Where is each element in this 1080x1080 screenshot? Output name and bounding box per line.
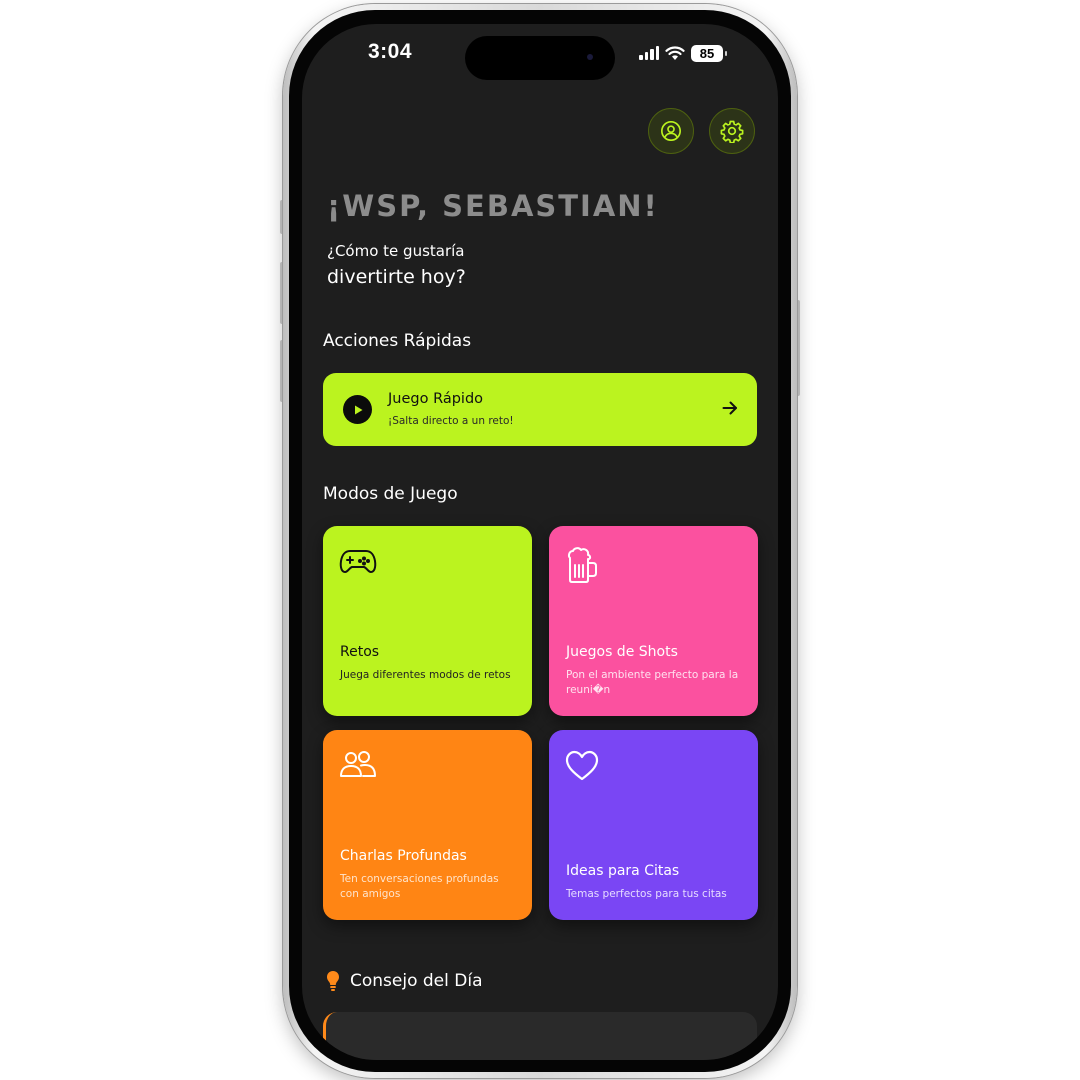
settings-button[interactable]	[709, 108, 755, 154]
tip-header: Consejo del Día	[326, 970, 483, 992]
wifi-icon	[665, 45, 685, 60]
mode-card-shots[interactable]: Juegos de Shots Pon el ambiente perfecto…	[549, 526, 758, 716]
quick-game-card[interactable]: Juego Rápido ¡Salta directo a un reto!	[323, 373, 757, 446]
mode-card-retos[interactable]: Retos Juega diferentes modos de retos	[323, 526, 532, 716]
mode-card-citas[interactable]: Ideas para Citas Temas perfectos para tu…	[549, 730, 758, 920]
mode-desc-citas: Temas perfectos para tus citas	[566, 888, 727, 900]
mode-title-citas: Ideas para Citas	[566, 863, 680, 879]
greeting-title: ¡WSP, SEBASTIAN!	[327, 189, 659, 223]
beer-mug-icon	[568, 547, 597, 583]
play-icon	[343, 395, 372, 424]
profile-button[interactable]	[648, 108, 694, 154]
profile-icon	[661, 121, 681, 141]
mode-desc-charlas: Ten conversaciones profundas con amigos	[340, 873, 499, 900]
status-icons: 85	[639, 44, 727, 62]
greeting-subtitle-line2: divertirte hoy?	[327, 266, 466, 288]
mode-title-charlas: Charlas Profundas	[340, 848, 467, 864]
app-screen: 3:04 85 ¡WSP, SEBASTIAN! ¿Cómo te gustar…	[302, 24, 778, 1060]
dynamic-island	[465, 36, 615, 80]
arrow-right-icon	[722, 401, 737, 415]
mode-title-shots: Juegos de Shots	[566, 644, 678, 660]
greeting-subtitle-line1: ¿Cómo te gustaría	[327, 242, 465, 260]
tip-card[interactable]	[323, 1012, 757, 1060]
quick-game-subtitle: ¡Salta directo a un reto!	[388, 415, 514, 427]
quick-game-title: Juego Rápido	[388, 391, 484, 407]
heart-icon	[565, 750, 599, 781]
users-icon	[340, 751, 376, 777]
gear-icon	[720, 120, 744, 143]
lightbulb-icon	[327, 971, 339, 991]
gamepad-icon	[339, 550, 377, 573]
mode-title-retos: Retos	[340, 644, 380, 660]
status-time: 3:04	[368, 40, 413, 63]
cellular-signal-icon	[639, 46, 659, 60]
tip-title: Consejo del Día	[350, 971, 483, 991]
mode-desc-shots: Pon el ambiente perfecto para la reuni�n	[566, 669, 739, 696]
mode-desc-retos: Juega diferentes modos de retos	[340, 669, 511, 681]
battery-indicator: 85	[691, 44, 727, 62]
mode-card-charlas[interactable]: Charlas Profundas Ten conversaciones pro…	[323, 730, 532, 920]
quick-actions-title: Acciones Rápidas	[323, 331, 472, 351]
game-modes-title: Modos de Juego	[323, 484, 458, 504]
